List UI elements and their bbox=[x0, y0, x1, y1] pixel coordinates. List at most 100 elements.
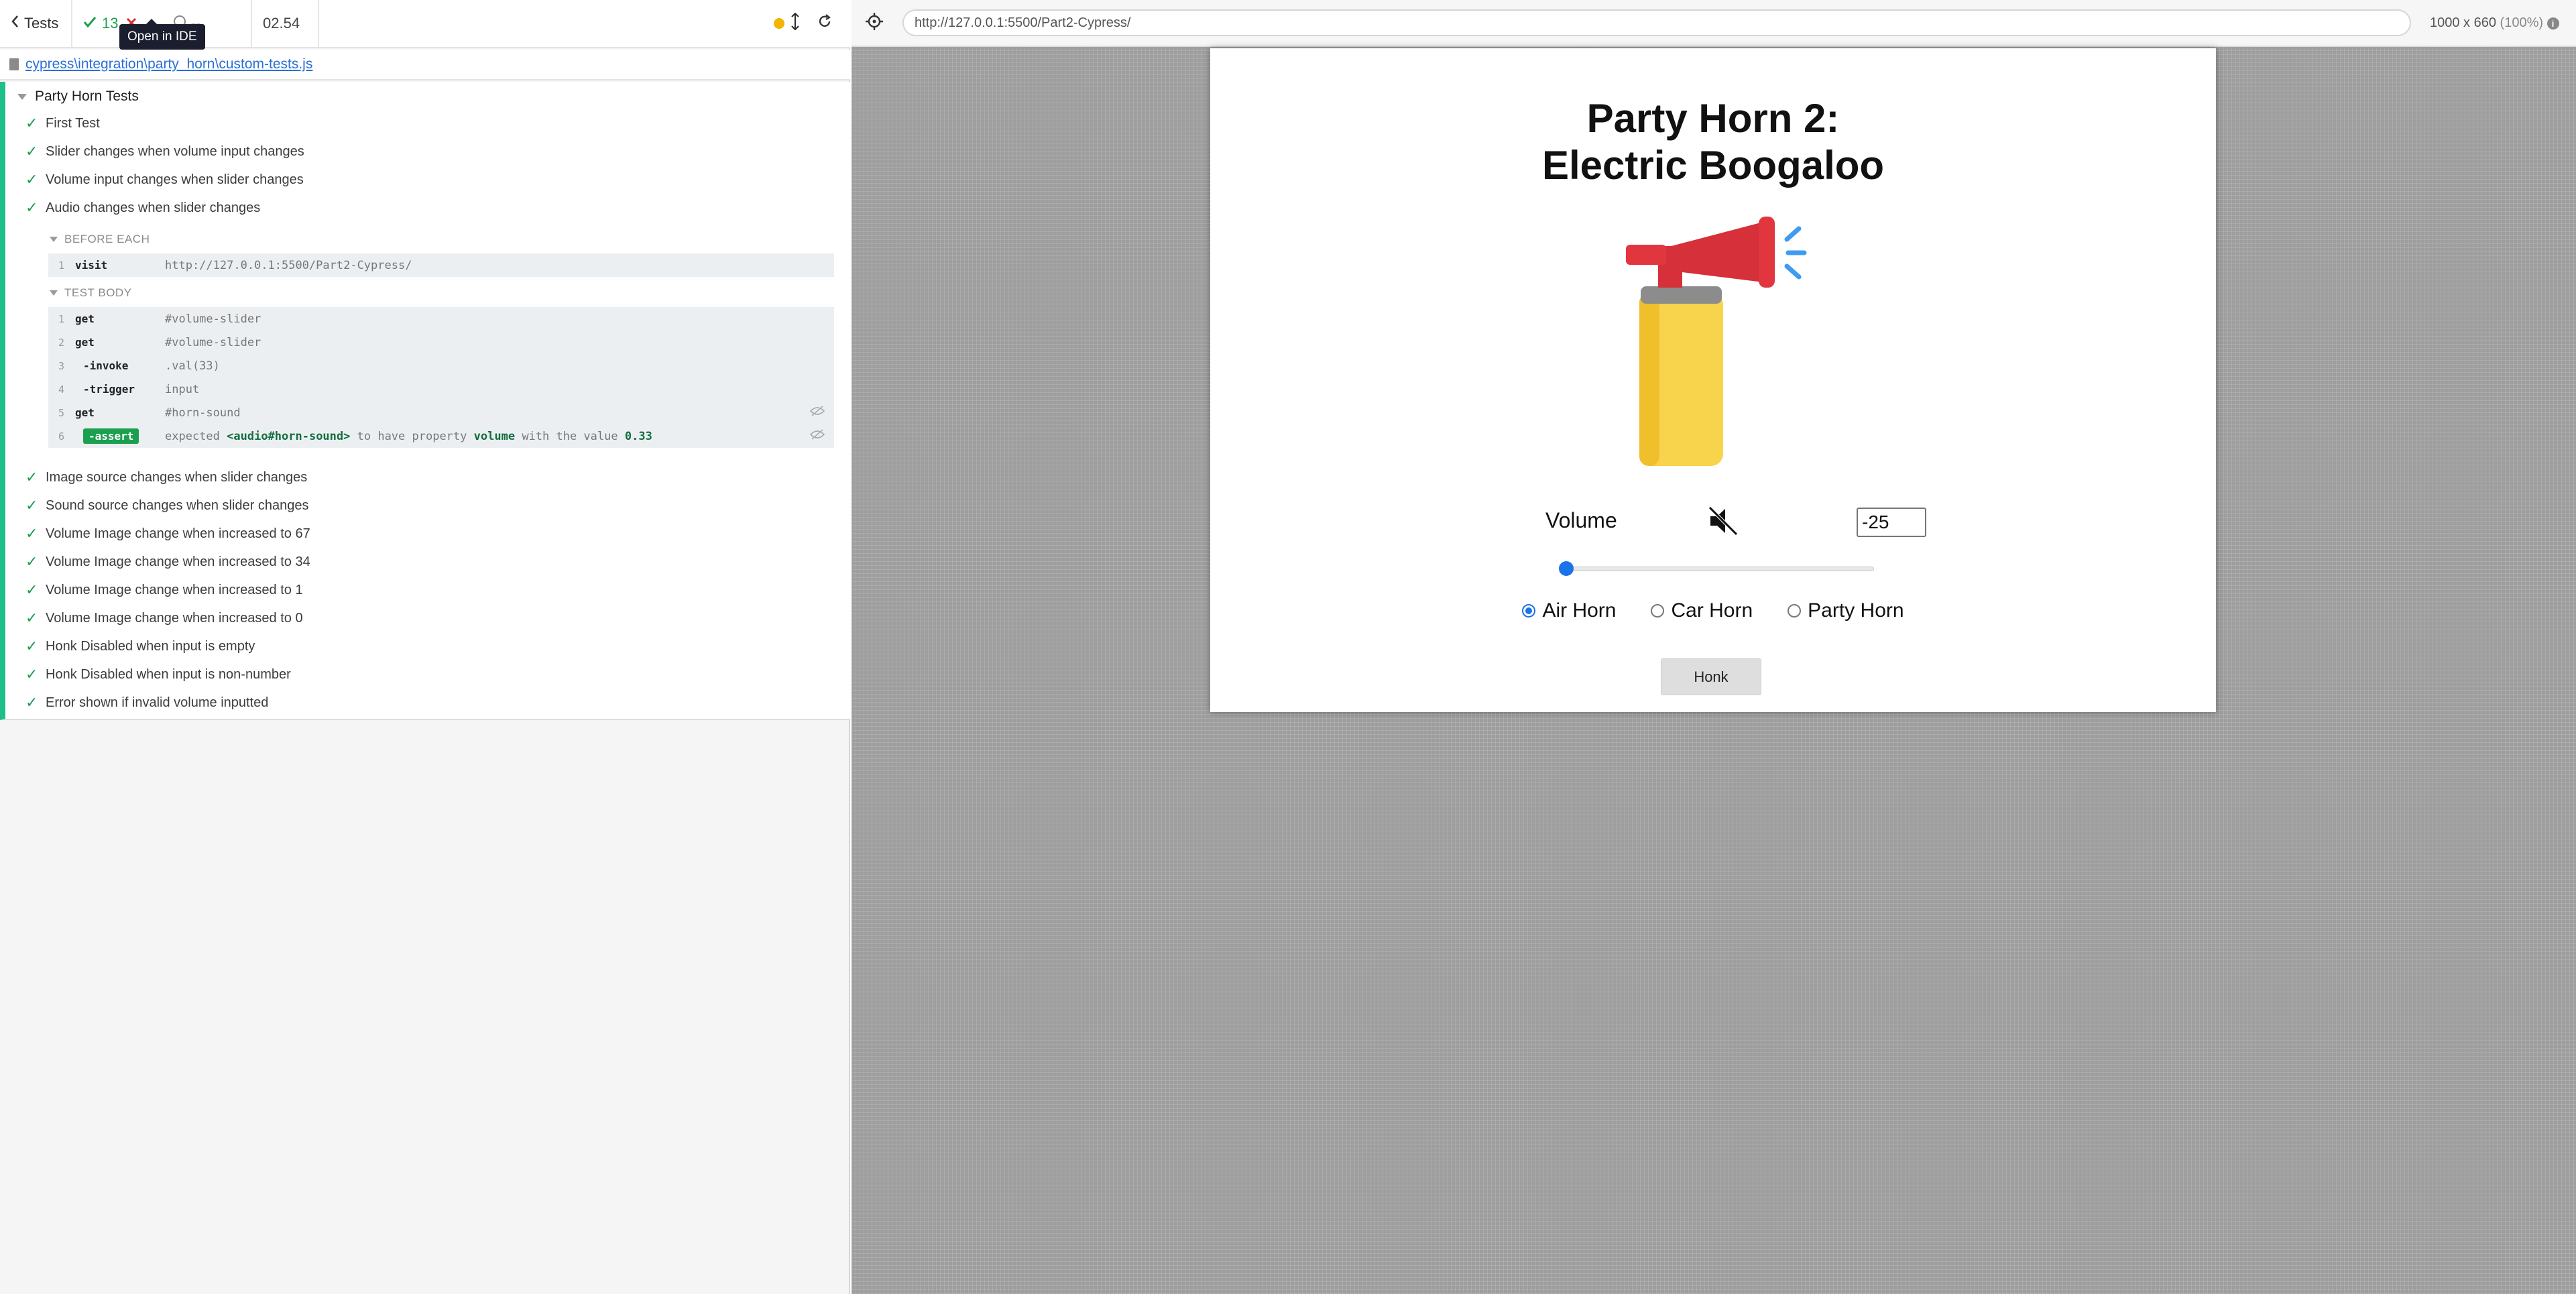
chevron-down-icon bbox=[17, 93, 27, 100]
volume-number-input[interactable] bbox=[1857, 508, 1926, 537]
assert-text: with the value bbox=[522, 429, 618, 443]
test-item[interactable]: ✓ Honk Disabled when input is empty bbox=[25, 636, 255, 657]
header-spacer bbox=[319, 0, 774, 48]
test-title: Honk Disabled when input is empty bbox=[46, 638, 255, 654]
app-under-test-panel: http://127.0.0.1:5500/Part2-Cypress/ 100… bbox=[852, 0, 2576, 1294]
command-number: 1 bbox=[58, 259, 64, 272]
test-runner-panel: Tests 13 -- 02.54 Open in IDE cypress\in… bbox=[0, 0, 850, 1294]
command-message: #horn-sound bbox=[165, 406, 241, 420]
reload-icon[interactable] bbox=[817, 13, 833, 34]
command-row[interactable]: 1 visit http://127.0.0.1:5500/Part2-Cypr… bbox=[48, 253, 834, 277]
check-icon: ✓ bbox=[25, 609, 38, 626]
url-text: http://127.0.0.1:5500/Part2-Cypress/ bbox=[915, 15, 1131, 30]
radio-button[interactable] bbox=[1788, 604, 1802, 617]
command-row[interactable]: 5 get #horn-sound bbox=[48, 401, 834, 424]
volume-slider[interactable] bbox=[1559, 561, 1874, 577]
test-item[interactable]: ✓ Volume Image change when increased to … bbox=[25, 551, 310, 573]
scroll-icon[interactable] bbox=[791, 12, 799, 34]
test-title: Slider changes when volume input changes bbox=[46, 143, 304, 159]
test-body-label: TEST BODY bbox=[64, 286, 132, 299]
before-each-commands: 1 visit http://127.0.0.1:5500/Part2-Cypr… bbox=[48, 253, 834, 277]
honk-button[interactable]: Honk bbox=[1661, 658, 1761, 695]
radio-button[interactable] bbox=[1522, 604, 1536, 617]
check-icon: ✓ bbox=[25, 638, 38, 654]
viewport-info[interactable]: 1000 x 660 (100%) i bbox=[2430, 15, 2559, 31]
test-item[interactable]: ✓ Image source changes when slider chang… bbox=[25, 467, 307, 488]
before-each-label: BEFORE EACH bbox=[64, 233, 150, 245]
test-title: Honk Disabled when input is non-number bbox=[46, 666, 291, 682]
command-row[interactable]: 4 -trigger input bbox=[48, 377, 834, 401]
chevron-down-icon bbox=[50, 237, 58, 242]
reporter: Party Horn Tests ✓ First Test ✓ Slider c… bbox=[0, 82, 850, 720]
command-row[interactable]: 2 get #volume-slider bbox=[48, 331, 834, 354]
test-body-header[interactable]: TEST BODY bbox=[50, 284, 132, 302]
chevron-down-icon bbox=[50, 290, 58, 296]
assert-property: volume bbox=[473, 429, 516, 443]
assert-badge: -assert bbox=[83, 428, 139, 444]
radio-label: Party Horn bbox=[1808, 599, 1904, 622]
test-item[interactable]: ✓ Error shown if invalid volume inputted bbox=[25, 692, 268, 713]
test-item[interactable]: ✓ Volume Image change when increased to … bbox=[25, 607, 303, 629]
command-message: .val(33) bbox=[165, 359, 220, 373]
open-in-ide-tooltip: Open in IDE bbox=[119, 19, 205, 50]
app-iframe: Party Horn 2: Electric Boogaloo Volume -… bbox=[1210, 48, 2216, 712]
radio-party-horn[interactable]: Party Horn bbox=[1788, 599, 1904, 622]
check-icon: ✓ bbox=[25, 497, 38, 514]
crosshair-icon[interactable] bbox=[865, 12, 884, 34]
passed-stat[interactable]: 13 bbox=[83, 15, 118, 32]
eye-slash-icon[interactable] bbox=[809, 406, 825, 420]
test-item[interactable]: ✓ First Test bbox=[25, 113, 100, 134]
command-name: -assert bbox=[71, 428, 165, 444]
test-item[interactable]: ✓ Slider changes when volume input chang… bbox=[25, 141, 304, 162]
command-message: http://127.0.0.1:5500/Part2-Cypress/ bbox=[165, 258, 412, 272]
command-message: #volume-slider bbox=[165, 312, 261, 326]
info-icon: i bbox=[2546, 17, 2559, 30]
test-item-expanded[interactable]: ✓ Audio changes when slider changes bbox=[25, 197, 260, 219]
check-icon: ✓ bbox=[25, 199, 38, 216]
command-row[interactable]: 3 -invoke .val(33) bbox=[48, 354, 834, 377]
test-title: First Test bbox=[46, 115, 100, 131]
tests-button[interactable]: Tests bbox=[0, 0, 72, 48]
passed-count: 13 bbox=[102, 15, 119, 32]
test-item[interactable]: ✓ Volume Image change when increased to … bbox=[25, 579, 303, 601]
test-title: Sound source changes when slider changes bbox=[46, 497, 309, 513]
assert-text: to have property bbox=[357, 429, 467, 443]
command-row[interactable]: 1 get #volume-slider bbox=[48, 307, 834, 331]
suite-title[interactable]: Party Horn Tests bbox=[17, 86, 139, 107]
test-item[interactable]: ✓ Sound source changes when slider chang… bbox=[25, 495, 308, 516]
app-title: Party Horn 2: Electric Boogaloo bbox=[1210, 95, 2216, 189]
horn-type-radios: Air Horn Car Horn Party Horn bbox=[1210, 599, 2216, 622]
before-each-header[interactable]: BEFORE EACH bbox=[50, 231, 150, 248]
test-item[interactable]: ✓ Honk Disabled when input is non-number bbox=[25, 664, 291, 685]
command-message: input bbox=[165, 382, 200, 396]
test-title: Image source changes when slider changes bbox=[46, 469, 308, 485]
check-icon: ✓ bbox=[25, 171, 38, 188]
eye-slash-icon[interactable] bbox=[809, 429, 825, 443]
url-bar[interactable]: http://127.0.0.1:5500/Part2-Cypress/ bbox=[902, 9, 2411, 36]
test-item[interactable]: ✓ Volume input changes when slider chang… bbox=[25, 169, 304, 190]
check-icon: ✓ bbox=[25, 581, 38, 598]
suite-title-text: Party Horn Tests bbox=[35, 89, 139, 104]
slider-thumb[interactable] bbox=[1559, 561, 1574, 576]
aut-header: http://127.0.0.1:5500/Part2-Cypress/ 100… bbox=[852, 0, 2576, 47]
test-title: Volume Image change when increased to 67 bbox=[46, 526, 310, 541]
radio-button[interactable] bbox=[1651, 604, 1665, 617]
spec-file-link[interactable]: cypress\integration\party_horn\custom-te… bbox=[25, 56, 312, 72]
test-item[interactable]: ✓ Volume Image change when increased to … bbox=[25, 523, 310, 544]
check-icon: ✓ bbox=[25, 469, 38, 485]
assert-subject: <audio#horn-sound> bbox=[227, 429, 351, 443]
title-line-1: Party Horn 2: bbox=[1586, 96, 1840, 141]
radio-air-horn[interactable]: Air Horn bbox=[1522, 599, 1616, 622]
command-name: get bbox=[75, 406, 95, 419]
test-title: Volume Image change when increased to 34 bbox=[46, 554, 310, 569]
assert-value: 0.33 bbox=[624, 429, 652, 443]
check-icon: ✓ bbox=[25, 525, 38, 542]
test-title: Volume input changes when slider changes bbox=[46, 172, 304, 187]
slider-track bbox=[1559, 567, 1874, 571]
test-title: Volume Image change when increased to 0 bbox=[46, 610, 303, 626]
command-number: 5 bbox=[58, 406, 64, 419]
check-icon: ✓ bbox=[25, 666, 38, 683]
duration: 02.54 bbox=[252, 0, 319, 48]
command-row-assert[interactable]: 6 -assert expected <audio#horn-sound> to… bbox=[48, 424, 834, 448]
radio-car-horn[interactable]: Car Horn bbox=[1651, 599, 1753, 622]
